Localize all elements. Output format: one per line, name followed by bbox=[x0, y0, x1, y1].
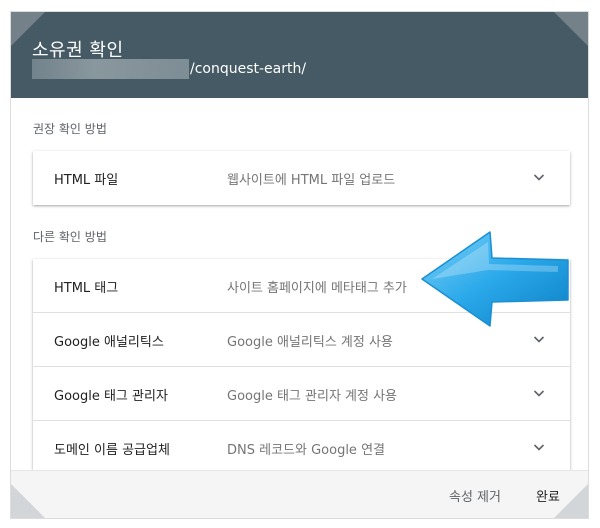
property-url: /conquest-earth/ bbox=[32, 59, 306, 79]
corner-decoration bbox=[554, 484, 588, 518]
chevron-down-icon[interactable] bbox=[532, 170, 546, 184]
method-name: HTML 태그 bbox=[54, 281, 119, 296]
remove-property-button[interactable]: 속성 제거 bbox=[449, 486, 501, 505]
method-row-domain-provider[interactable]: 도메인 이름 공급업체 DNS 레코드와 Google 연결 bbox=[33, 421, 570, 475]
corner-decoration bbox=[554, 12, 588, 46]
corner-decoration bbox=[11, 484, 45, 518]
method-row-html-file[interactable]: HTML 파일 웹사이트에 HTML 파일 업로드 bbox=[33, 151, 570, 205]
recommended-section-label: 권장 확인 방법 bbox=[33, 122, 107, 136]
corner-decoration bbox=[11, 12, 45, 46]
method-description: 웹사이트에 HTML 파일 업로드 bbox=[227, 173, 396, 188]
dialog-footer: 속성 제거 완료 bbox=[11, 470, 588, 518]
method-row-google-tag-manager[interactable]: Google 태그 관리자 Google 태그 관리자 계정 사용 bbox=[33, 367, 570, 421]
dialog-header: 소유권 확인 /conquest-earth/ bbox=[11, 12, 588, 98]
property-url-path: /conquest-earth/ bbox=[190, 61, 307, 77]
method-name: Google 태그 관리자 bbox=[54, 389, 168, 404]
redacted-domain bbox=[32, 59, 189, 79]
method-description: 사이트 홈페이지에 메타태그 추가 bbox=[227, 281, 407, 296]
method-name: Google 애널리틱스 bbox=[54, 335, 164, 350]
method-description: Google 애널리틱스 계정 사용 bbox=[227, 335, 393, 350]
method-description: Google 태그 관리자 계정 사용 bbox=[227, 389, 398, 404]
method-name: HTML 파일 bbox=[54, 173, 119, 188]
method-name: 도메인 이름 공급업체 bbox=[54, 443, 170, 458]
method-description: DNS 레코드와 Google 연결 bbox=[227, 443, 385, 458]
alternate-section-label: 다른 확인 방법 bbox=[33, 230, 107, 244]
chevron-down-icon[interactable] bbox=[532, 386, 546, 400]
chevron-down-icon[interactable] bbox=[532, 440, 546, 454]
recommended-methods-card: HTML 파일 웹사이트에 HTML 파일 업로드 bbox=[33, 151, 570, 205]
chevron-down-icon[interactable] bbox=[532, 332, 546, 346]
left-arrow-annotation-icon bbox=[421, 231, 569, 327]
